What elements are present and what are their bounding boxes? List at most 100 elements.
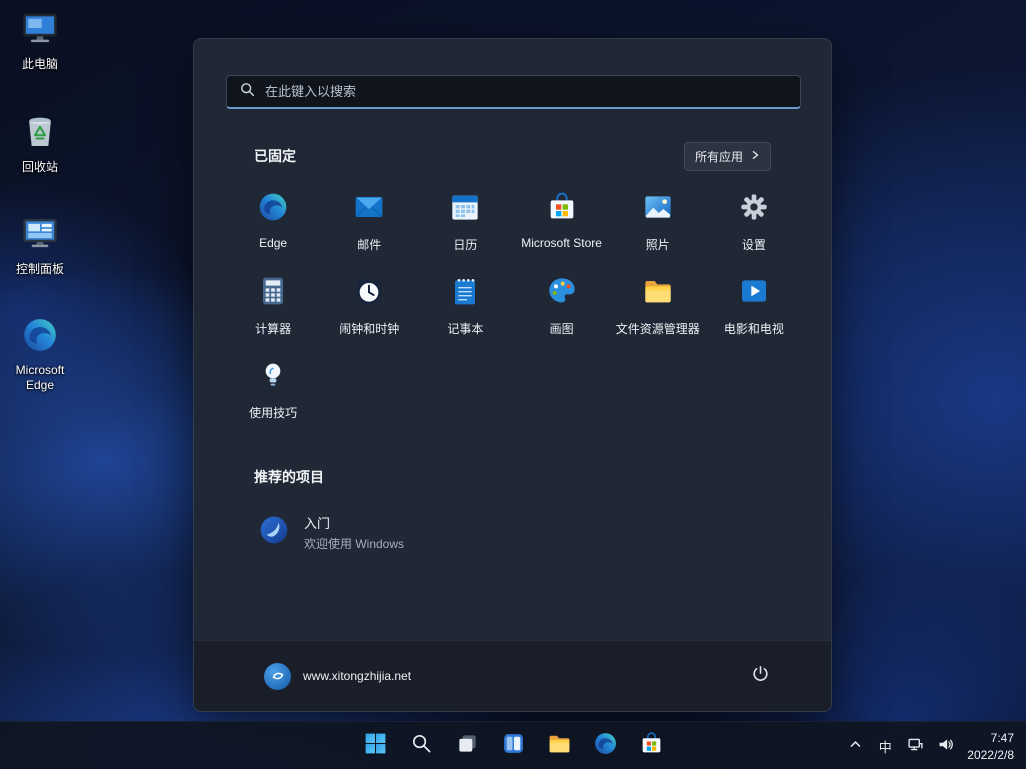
folder-icon [642, 275, 674, 312]
desktop-icon-recycle-bin[interactable]: 回收站 [5, 111, 75, 176]
folder-icon [547, 731, 572, 761]
pinned-app-grid: Edge 邮件 [225, 185, 802, 431]
taskbar-edge-button[interactable] [585, 726, 625, 766]
taskbar-search-button[interactable] [401, 726, 441, 766]
search-icon [239, 81, 255, 102]
ime-label: 中 [879, 737, 892, 756]
app-label: 邮件 [357, 236, 381, 253]
volume-icon [937, 736, 954, 756]
lightbulb-icon [257, 359, 289, 396]
recommended-section-title: 推荐的项目 [254, 467, 324, 487]
app-label: 计算器 [255, 320, 291, 337]
widgets-icon [501, 731, 526, 761]
pinned-section-title: 已固定 [254, 146, 296, 166]
notepad-icon [449, 275, 481, 312]
pinned-app-explorer[interactable]: 文件资源管理器 [610, 269, 706, 347]
get-started-icon [258, 514, 290, 551]
power-icon [751, 664, 770, 688]
desktop-icon-this-pc[interactable]: 此电脑 [5, 8, 75, 73]
search-box [226, 75, 801, 109]
app-label: 文件资源管理器 [616, 320, 700, 337]
taskbar-store-button[interactable] [631, 726, 671, 766]
app-label: Edge [259, 236, 287, 250]
calculator-icon [257, 275, 289, 312]
user-profile-button[interactable]: www.xitongzhijia.net [256, 657, 419, 696]
app-label: 照片 [646, 236, 670, 253]
pinned-app-settings[interactable]: 设置 [706, 185, 802, 263]
start-menu-footer: www.xitongzhijia.net [194, 640, 831, 711]
chevron-up-icon [849, 738, 862, 754]
edge-icon [21, 316, 59, 359]
network-icon [907, 736, 924, 756]
calendar-icon [449, 191, 481, 228]
search-icon [410, 732, 433, 760]
movies-tv-icon [738, 275, 770, 312]
taskbar-center [355, 726, 671, 766]
all-apps-label: 所有应用 [695, 148, 743, 165]
pinned-app-notepad[interactable]: 记事本 [417, 269, 513, 347]
taskbar-tray: 中 7:47 202 [841, 726, 1022, 766]
app-label: 记事本 [447, 320, 483, 337]
tray-clock[interactable]: 7:47 2022/2/8 [961, 728, 1022, 764]
desktop-icon-label: 回收站 [22, 160, 58, 176]
app-label: 闹钟和时钟 [339, 320, 399, 337]
mail-icon [353, 191, 385, 228]
settings-gear-icon [738, 191, 770, 228]
tray-volume-button[interactable] [931, 728, 959, 764]
pinned-app-calculator[interactable]: 计算器 [225, 269, 321, 347]
pinned-app-movies[interactable]: 电影和电视 [706, 269, 802, 347]
desktop-icon-label: 控制面板 [16, 262, 64, 278]
tray-show-hidden-button[interactable] [841, 728, 869, 764]
pinned-app-clock[interactable]: 闹钟和时钟 [321, 269, 417, 347]
recommended-item-get-started[interactable]: 入门 欢迎使用 Windows [246, 505, 416, 560]
taskbar-start-button[interactable] [355, 726, 395, 766]
tray-ime-button[interactable]: 中 [871, 728, 899, 764]
app-label: 日历 [453, 236, 477, 253]
app-label: 设置 [742, 236, 766, 253]
app-label: 电影和电视 [724, 320, 784, 337]
recycle-bin-icon [20, 111, 60, 156]
store-icon [546, 191, 578, 228]
control-panel-icon [20, 213, 60, 258]
pinned-app-paint[interactable]: 画图 [513, 269, 609, 347]
search-input[interactable] [265, 84, 788, 99]
pinned-app-photos[interactable]: 照片 [610, 185, 706, 263]
desktop-icon-label: Microsoft Edge [5, 363, 75, 394]
app-label: 画图 [550, 320, 574, 337]
paint-palette-icon [546, 275, 578, 312]
avatar [264, 663, 291, 690]
alarm-clock-icon [353, 275, 385, 312]
chevron-right-icon [750, 149, 760, 163]
store-icon [639, 731, 664, 761]
tray-date: 2022/2/8 [967, 747, 1014, 764]
pinned-app-mail[interactable]: 邮件 [321, 185, 417, 263]
edge-icon [257, 191, 289, 228]
pinned-app-tips[interactable]: 使用技巧 [225, 353, 321, 431]
user-name: www.xitongzhijia.net [303, 669, 411, 683]
monitor-icon [20, 8, 60, 53]
taskbar-widgets-button[interactable] [493, 726, 533, 766]
desktop-icon-label: 此电脑 [22, 57, 58, 73]
taskbar-taskview-button[interactable] [447, 726, 487, 766]
power-button[interactable] [741, 658, 779, 694]
pinned-app-calendar[interactable]: 日历 [417, 185, 513, 263]
task-view-icon [456, 732, 479, 760]
desktop: 此电脑 回收站 [0, 0, 1026, 769]
start-menu: 已固定 所有应用 Edge [193, 38, 832, 712]
tray-network-button[interactable] [901, 728, 929, 764]
app-label: 使用技巧 [249, 404, 297, 421]
edge-icon [593, 731, 618, 761]
desktop-icon-control-panel[interactable]: 控制面板 [5, 213, 75, 278]
photos-icon [642, 191, 674, 228]
app-label: Microsoft Store [521, 236, 602, 250]
recommended-item-title: 入门 [304, 513, 404, 532]
recommended-item-subtitle: 欢迎使用 Windows [304, 535, 404, 552]
windows-logo-icon [363, 731, 388, 761]
pinned-app-store[interactable]: Microsoft Store [513, 185, 609, 263]
desktop-icon-column: 此电脑 回收站 [5, 8, 75, 394]
taskbar-explorer-button[interactable] [539, 726, 579, 766]
pinned-app-edge[interactable]: Edge [225, 185, 321, 263]
all-apps-button[interactable]: 所有应用 [684, 142, 771, 171]
desktop-icon-edge[interactable]: Microsoft Edge [5, 316, 75, 394]
tray-time: 7:47 [967, 730, 1014, 747]
